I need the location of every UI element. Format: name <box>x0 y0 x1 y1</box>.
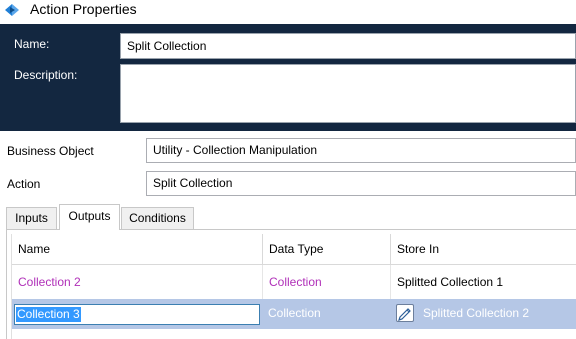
tab-inputs[interactable]: Inputs <box>6 207 57 229</box>
tab-conditions[interactable]: Conditions <box>121 207 194 229</box>
row-1-name[interactable]: Collection 2 <box>12 265 262 299</box>
description-field[interactable] <box>120 64 576 123</box>
row-1-data-type[interactable]: Collection <box>262 265 390 299</box>
row-2-name-selected-text: Collection 3 <box>16 307 81 322</box>
properties-header: Name: Split Collection Description: <box>0 24 576 131</box>
name-field[interactable]: Split Collection <box>120 33 576 59</box>
business-object-field[interactable]: Utility - Collection Manipulation <box>146 138 576 163</box>
column-header-store-in[interactable]: Store In <box>390 234 576 264</box>
row-2-store-in[interactable]: Splitted Collection 2 <box>423 299 529 329</box>
description-label: Description: <box>14 68 78 82</box>
window-title: Action Properties <box>30 1 137 17</box>
business-object-label: Business Object <box>7 144 94 158</box>
row-2-name-editor[interactable]: Collection 3 <box>14 304 260 325</box>
row-2-data-type[interactable]: Collection <box>262 299 390 329</box>
action-properties-icon <box>4 3 20 17</box>
name-label: Name: <box>14 37 50 51</box>
action-label: Action <box>7 177 41 191</box>
column-header-name[interactable]: Name <box>12 234 262 264</box>
tab-outputs[interactable]: Outputs <box>59 204 120 230</box>
pencil-icon[interactable] <box>396 304 414 322</box>
row-1-store-in[interactable]: Splitted Collection 1 <box>390 265 576 299</box>
column-header-data-type[interactable]: Data Type <box>262 234 390 264</box>
action-field[interactable]: Split Collection <box>146 171 576 196</box>
